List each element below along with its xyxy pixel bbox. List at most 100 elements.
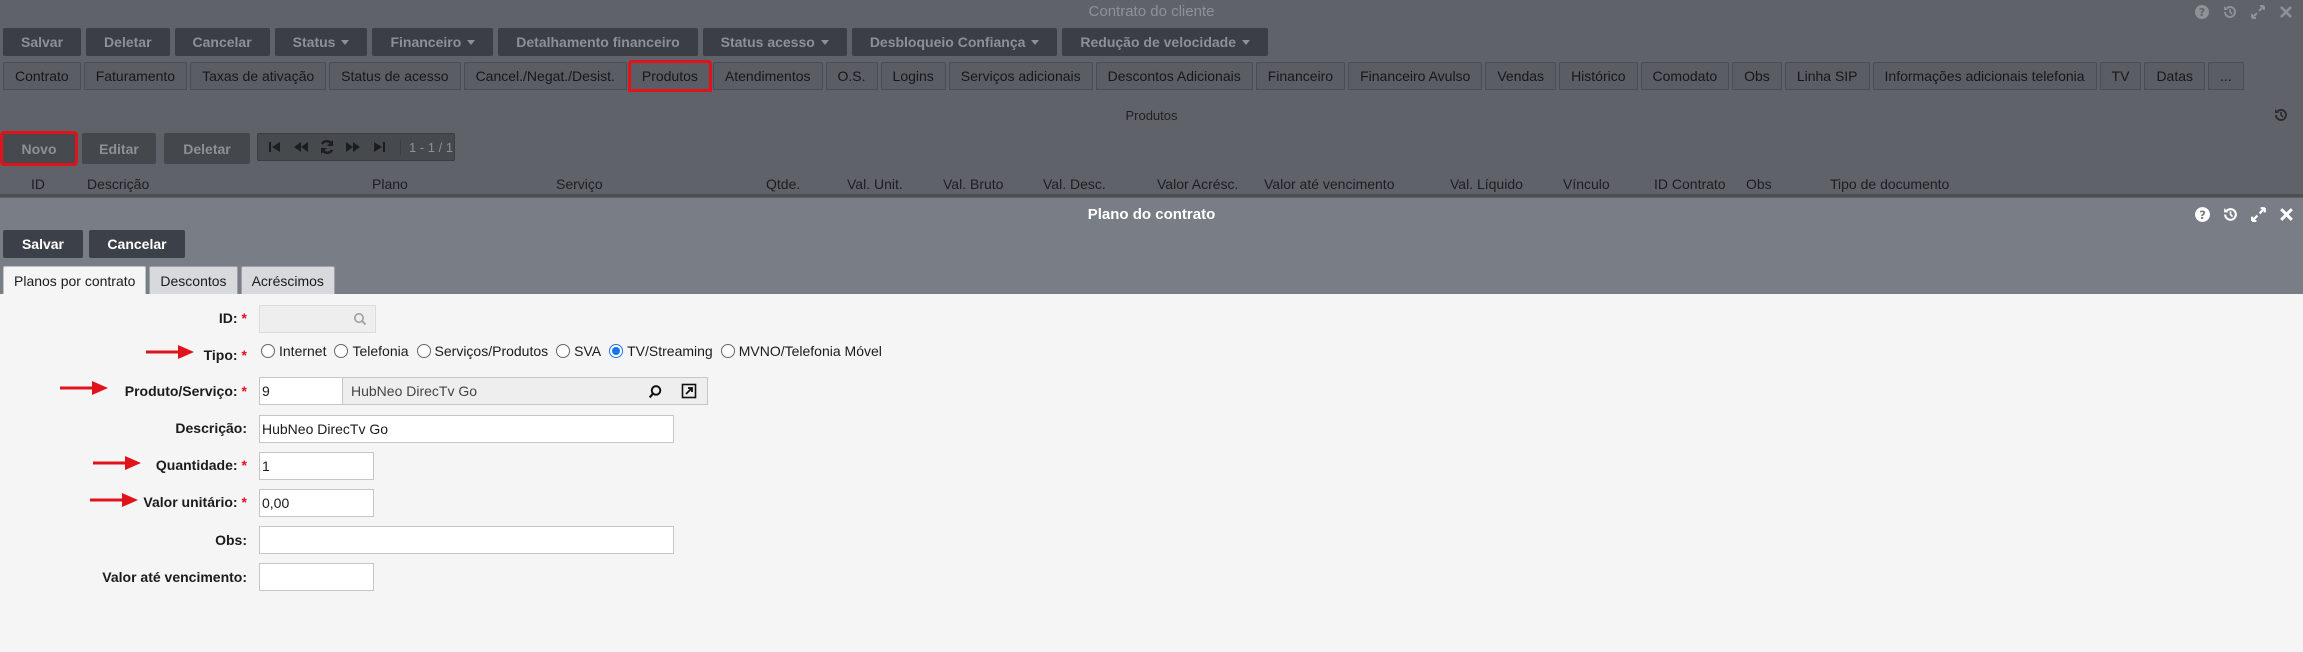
- tab-cancel-negat-desist[interactable]: Cancel./Negat./Desist.: [463, 62, 627, 90]
- save-button[interactable]: Salvar: [3, 230, 83, 258]
- chevron-down-icon: [1242, 39, 1250, 45]
- search-icon[interactable]: [648, 384, 663, 402]
- column-header-id-contrato[interactable]: ID Contrato: [1654, 176, 1726, 192]
- last-page-icon[interactable]: [368, 136, 390, 158]
- section-title: Produtos: [1125, 108, 1178, 123]
- tab-descontos[interactable]: Descontos: [149, 266, 238, 294]
- close-icon[interactable]: [2277, 205, 2295, 223]
- save-button[interactable]: Salvar: [3, 28, 82, 56]
- radio-internet[interactable]: Internet: [261, 343, 326, 359]
- tab-produtos[interactable]: Produtos: [627, 60, 712, 92]
- history-icon[interactable]: [2273, 107, 2289, 126]
- help-icon[interactable]: ?: [2193, 205, 2211, 223]
- reducao-velocidade-dropdown[interactable]: Redução de velocidade: [1062, 28, 1268, 56]
- valor-unitario-input[interactable]: 0,00: [259, 489, 374, 517]
- maximize-icon[interactable]: [2249, 205, 2267, 223]
- tab-os[interactable]: O.S.: [825, 62, 878, 90]
- status-acesso-dropdown[interactable]: Status acesso: [702, 28, 847, 56]
- radio-tv-streaming[interactable]: TV/Streaming: [609, 343, 713, 359]
- tab-datas[interactable]: Datas: [2144, 62, 2206, 90]
- produto-id-input[interactable]: 9: [259, 377, 348, 405]
- tab-more[interactable]: ...: [2208, 62, 2244, 90]
- column-header-vinculo[interactable]: Vínculo: [1563, 176, 1610, 192]
- window-controls: ?: [2193, 3, 2295, 21]
- chevron-down-icon: [341, 39, 350, 45]
- refresh-icon[interactable]: [316, 136, 338, 158]
- valor-vencimento-input[interactable]: [259, 563, 374, 591]
- tab-faturamento[interactable]: Faturamento: [83, 62, 188, 90]
- descricao-input[interactable]: HubNeo DirecTv Go: [259, 415, 674, 443]
- tipo-radio-group: Internet Telefonia Serviços/Produtos SVA…: [261, 343, 890, 359]
- first-page-icon[interactable]: [264, 136, 286, 158]
- modal-tabs: Planos por contrato Descontos Acréscimos: [3, 266, 335, 294]
- contract-window: Contrato do cliente ? Salvar Deletar Can…: [0, 0, 2303, 197]
- tab-acrescimos[interactable]: Acréscimos: [240, 266, 335, 294]
- column-header-tipo-documento[interactable]: Tipo de documento: [1830, 176, 1949, 192]
- new-button[interactable]: Novo: [0, 131, 78, 166]
- tab-logins[interactable]: Logins: [880, 62, 946, 90]
- column-header-qtde[interactable]: Qtde.: [766, 176, 800, 192]
- edit-button[interactable]: Editar: [82, 133, 156, 164]
- tab-status-acesso[interactable]: Status de acesso: [329, 62, 461, 90]
- window-title: Contrato do cliente: [1088, 3, 1215, 20]
- column-header-valor-acresc[interactable]: Valor Acrésc.: [1157, 176, 1238, 192]
- tab-financeiro-avulso[interactable]: Financeiro Avulso: [1348, 62, 1483, 90]
- column-header-plano[interactable]: Plano: [372, 176, 408, 192]
- tab-comodato[interactable]: Comodato: [1640, 62, 1730, 90]
- column-header-descricao[interactable]: Descrição: [87, 176, 149, 192]
- tab-informacoes-telefonia[interactable]: Informações adicionais telefonia: [1872, 62, 2097, 90]
- column-header-val-bruto[interactable]: Val. Bruto: [943, 176, 1003, 192]
- column-header-id[interactable]: ID: [31, 176, 45, 192]
- tab-descontos-adicionais[interactable]: Descontos Adicionais: [1095, 62, 1253, 90]
- column-header-val-desc[interactable]: Val. Desc.: [1043, 176, 1106, 192]
- tab-vendas[interactable]: Vendas: [1485, 62, 1557, 90]
- tab-financeiro[interactable]: Financeiro: [1255, 62, 1346, 90]
- radio-mvno-telefonia-movel[interactable]: MVNO/Telefonia Móvel: [720, 343, 882, 359]
- cancel-button[interactable]: Cancelar: [89, 230, 185, 258]
- tab-contrato[interactable]: Contrato: [3, 62, 81, 90]
- history-icon[interactable]: [2221, 205, 2239, 223]
- pager-status: 1 - 1 / 1: [400, 139, 453, 155]
- main-toolbar: Salvar Deletar Cancelar Status Financeir…: [3, 28, 1268, 56]
- financeiro-dropdown[interactable]: Financeiro: [372, 28, 494, 56]
- radio-sva[interactable]: SVA: [556, 343, 601, 359]
- close-icon[interactable]: [2277, 3, 2295, 21]
- maximize-icon[interactable]: [2249, 3, 2267, 21]
- column-header-val-unit[interactable]: Val. Unit.: [847, 176, 903, 192]
- help-icon[interactable]: ?: [2193, 3, 2211, 21]
- chevron-down-icon: [467, 39, 476, 45]
- status-dropdown[interactable]: Status: [274, 28, 368, 56]
- column-header-val-liquido[interactable]: Val. Líquido: [1450, 176, 1523, 192]
- open-external-icon[interactable]: [681, 383, 697, 402]
- column-header-obs[interactable]: Obs: [1746, 176, 1772, 192]
- delete-button[interactable]: Deletar: [86, 28, 170, 56]
- valor-unitario-label: Valor unitário: *: [143, 494, 247, 510]
- tab-servicos-adicionais[interactable]: Serviços adicionais: [948, 62, 1093, 90]
- obs-input[interactable]: [259, 526, 674, 554]
- quantidade-input[interactable]: 1: [259, 452, 374, 480]
- id-field[interactable]: [259, 305, 376, 333]
- tab-tv[interactable]: TV: [2099, 62, 2142, 90]
- tab-taxas-ativacao[interactable]: Taxas de ativação: [190, 62, 327, 90]
- cancel-button[interactable]: Cancelar: [174, 28, 270, 56]
- radio-telefonia[interactable]: Telefonia: [334, 343, 409, 359]
- tab-historico[interactable]: Histórico: [1559, 62, 1638, 90]
- delete-row-button[interactable]: Deletar: [164, 133, 250, 164]
- detalhamento-financeiro-button[interactable]: Detalhamento financeiro: [498, 28, 698, 56]
- modal-header: Plano do contrato ? Salvar Cancelar Plan…: [0, 198, 2303, 294]
- chevron-down-icon: [820, 39, 829, 45]
- tab-obs[interactable]: Obs: [1732, 62, 1782, 90]
- tab-linha-sip[interactable]: Linha SIP: [1784, 62, 1870, 90]
- radio-servicos-produtos[interactable]: Serviços/Produtos: [416, 343, 548, 359]
- desbloqueio-confianca-dropdown[interactable]: Desbloqueio Confiança: [851, 28, 1058, 56]
- prev-page-icon[interactable]: [290, 136, 312, 158]
- column-header-valor-vencimento[interactable]: Valor até vencimento: [1264, 176, 1394, 192]
- tab-planos-por-contrato[interactable]: Planos por contrato: [3, 266, 147, 294]
- history-icon[interactable]: [2221, 3, 2239, 21]
- search-icon[interactable]: [353, 312, 367, 329]
- tab-atendimentos[interactable]: Atendimentos: [712, 62, 823, 90]
- next-page-icon[interactable]: [342, 136, 364, 158]
- column-header-servico[interactable]: Serviço: [556, 176, 603, 192]
- valor-vencimento-label: Valor até vencimento:: [102, 569, 247, 585]
- descricao-label: Descrição:: [175, 420, 247, 436]
